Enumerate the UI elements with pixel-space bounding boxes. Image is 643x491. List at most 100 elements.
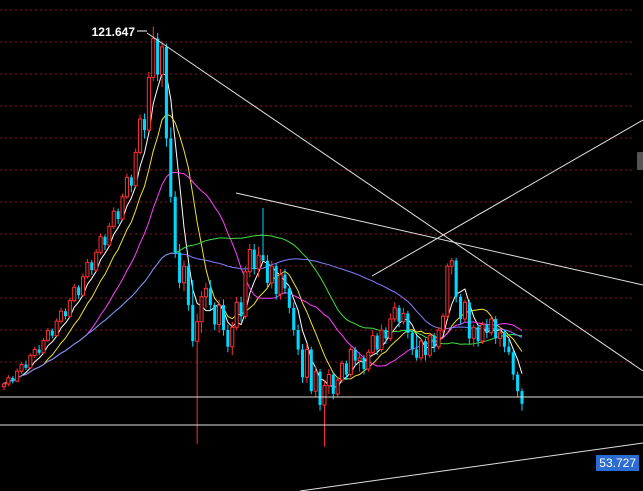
candle-body	[418, 340, 424, 359]
candle-body	[401, 312, 406, 323]
high-price-marker: 121.647	[92, 25, 147, 39]
candle-body	[103, 236, 107, 246]
candle-body	[292, 307, 296, 331]
candle-body	[498, 332, 503, 339]
candle-body	[339, 362, 345, 381]
candle-body	[85, 261, 90, 278]
candle-body	[313, 371, 318, 392]
candle-body	[379, 329, 384, 351]
candle-body	[32, 349, 37, 357]
candle-body	[54, 320, 59, 337]
price-axis-handle[interactable]	[637, 152, 643, 170]
candle-body	[80, 276, 86, 296]
candle-body	[388, 318, 393, 339]
candle-body	[15, 370, 20, 382]
candle-body	[159, 46, 165, 76]
candle-body	[507, 346, 511, 353]
candle-body	[77, 287, 81, 296]
candle-body	[226, 330, 230, 347]
candle-body	[203, 287, 208, 298]
candle-body	[462, 301, 467, 320]
candle-body	[485, 324, 489, 333]
candle-body	[11, 377, 15, 382]
candle-body	[169, 138, 173, 197]
candle-body	[331, 374, 335, 394]
candle-body	[72, 286, 77, 302]
current-price-tag: 53.727	[596, 455, 639, 471]
candle-body	[151, 38, 156, 78]
candle-body	[1, 383, 7, 388]
candle-body	[357, 357, 362, 362]
candle-body	[375, 335, 379, 350]
candle-body	[348, 349, 353, 375]
candle-body	[181, 265, 187, 284]
candle-body	[511, 352, 515, 375]
price-grid	[0, 9, 635, 363]
candle-body	[449, 260, 454, 267]
candle-body	[37, 349, 41, 353]
candle-body	[59, 310, 64, 322]
candle-body	[116, 211, 120, 220]
candle-body	[397, 307, 401, 322]
candle-body	[256, 254, 261, 270]
candle-body	[221, 305, 226, 331]
candle-body	[230, 326, 235, 348]
candle-body	[287, 288, 291, 308]
candle-body	[300, 349, 305, 378]
candle-body	[142, 119, 147, 131]
candle-body	[90, 262, 94, 271]
high-price-label: 121.647	[92, 25, 136, 39]
candle-body	[213, 305, 217, 325]
candle-body	[494, 318, 498, 339]
candle-body	[67, 300, 72, 317]
candle-body	[178, 252, 182, 283]
candle-body	[120, 196, 125, 220]
candle-body	[370, 335, 375, 353]
candle-body	[432, 335, 436, 347]
candle-body	[94, 251, 99, 271]
candle-body	[471, 326, 476, 339]
candle-body	[146, 76, 151, 131]
candle-body	[217, 304, 222, 326]
candle-body	[296, 330, 300, 350]
candle-body	[326, 373, 331, 387]
candle-body	[278, 274, 283, 295]
candle-body	[502, 332, 506, 347]
candle-body	[24, 364, 28, 368]
candle-body	[283, 274, 287, 289]
candle-body	[63, 311, 67, 317]
candlestick-chart[interactable]: 121.647	[0, 0, 643, 491]
candle-body	[384, 330, 388, 339]
candle-body	[322, 385, 327, 406]
candle-body	[107, 225, 112, 246]
candle-body	[516, 374, 520, 392]
candle-body	[173, 196, 177, 253]
trend-line	[371, 119, 643, 277]
trend-line	[299, 442, 643, 491]
candle-body	[243, 271, 248, 317]
candle-body	[423, 341, 427, 356]
candle-body	[164, 46, 168, 139]
candle-body	[265, 260, 269, 283]
candle-body	[445, 265, 450, 317]
candle-body	[344, 363, 348, 375]
candle-body	[195, 321, 200, 342]
candle-body	[239, 302, 243, 317]
candle-body	[436, 329, 441, 348]
candle-body	[335, 379, 340, 395]
candle-body	[366, 351, 371, 370]
candle-body	[454, 260, 458, 297]
candle-body	[41, 340, 46, 354]
candle-body	[269, 265, 274, 284]
candle-body	[274, 266, 278, 294]
candle-body	[129, 177, 133, 186]
candle-body	[98, 236, 103, 253]
candle-body	[353, 349, 357, 361]
candle-body	[392, 307, 397, 320]
candle-body	[199, 296, 204, 323]
candle-body	[111, 210, 116, 227]
candle-body	[156, 38, 160, 75]
candle-body	[427, 335, 432, 356]
candle-body	[6, 377, 11, 385]
candle-body	[410, 332, 414, 350]
